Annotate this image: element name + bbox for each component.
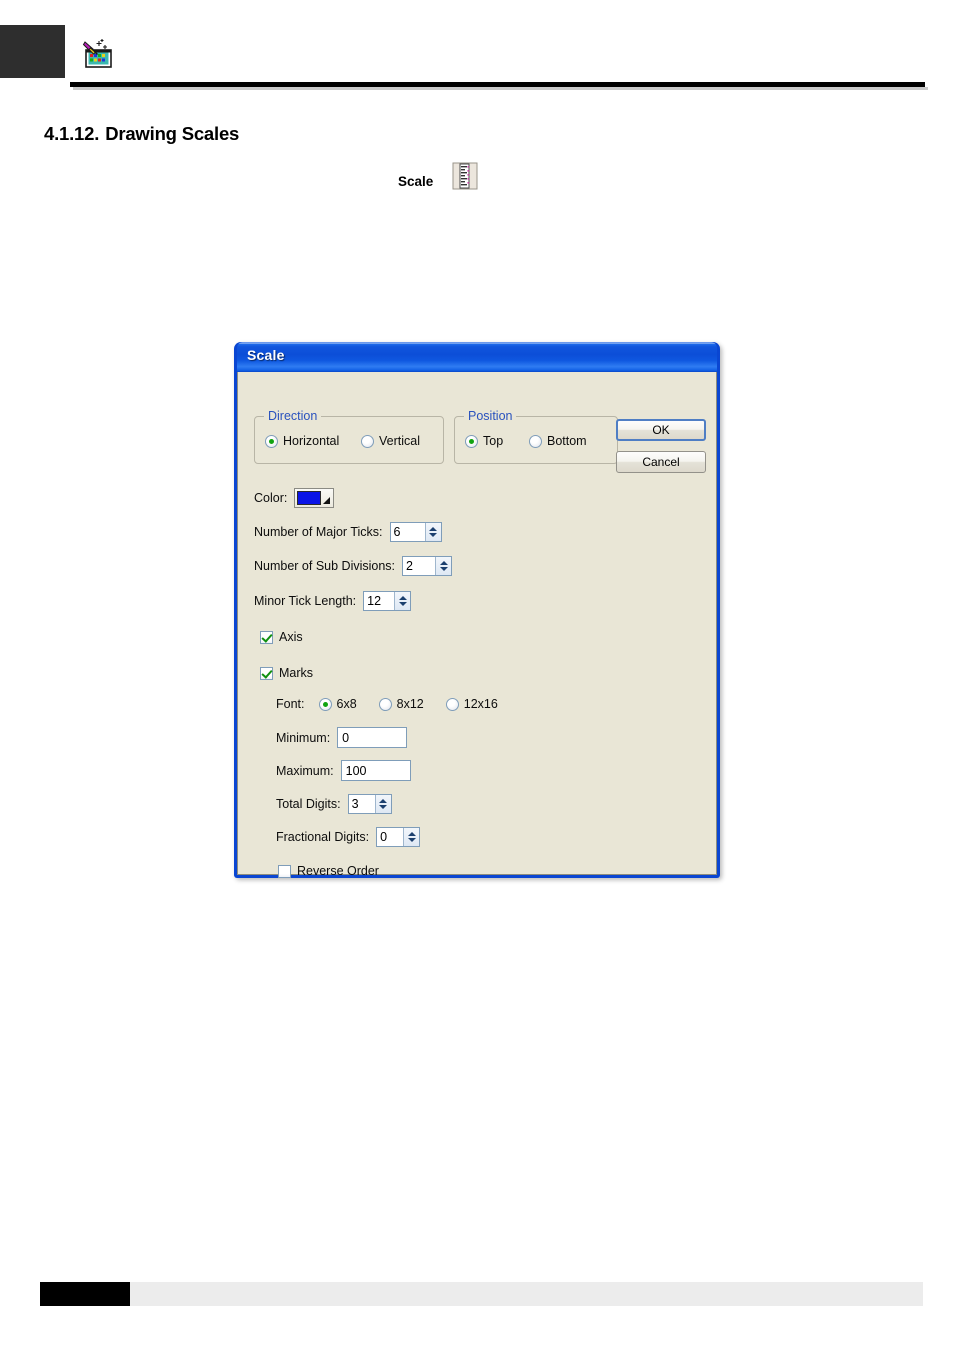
marks-checkbox-indicator [260,666,273,680]
radio-direction-horizontal[interactable]: Horizontal [265,434,339,448]
minor-tick-length-stepper[interactable]: 12 [363,591,412,611]
chevron-up-icon[interactable] [407,832,416,836]
minor-tick-length-value: 12 [364,592,395,610]
major-ticks-label: Number of Major Ticks: [254,525,383,539]
radio-font-12x16-label: 12x16 [463,697,498,711]
total-digits-stepper[interactable]: 3 [347,794,392,814]
fractional-digits-stepper[interactable]: 0 [376,827,421,847]
radio-horizontal-label: Horizontal [283,434,340,448]
chevron-up-icon[interactable] [379,799,388,803]
marks-checkbox-label: Marks [279,666,314,680]
chevron-down-icon[interactable] [379,805,388,809]
reverse-order-checkbox[interactable]: Reverse Order [278,864,379,878]
ok-button[interactable]: OK [616,419,706,441]
direction-group: Direction Horizontal Vertical [254,409,444,464]
radio-vertical-label: Vertical [379,434,420,448]
chevron-up-icon[interactable] [429,527,438,531]
total-digits-row: Total Digits: 3 [276,794,392,814]
direction-group-legend: Direction [264,409,322,423]
ruler-scale-icon [452,162,478,190]
minimum-input[interactable]: 0 [337,727,408,748]
color-swatch [297,491,322,505]
font-label: Font: [276,697,305,711]
axis-checkbox[interactable]: Axis [260,630,303,644]
axis-checkbox-label: Axis [279,630,303,644]
font-row: Font: 6x8 8x12 12x16 [276,697,498,711]
position-group-legend: Position [464,409,517,423]
radio-font-12x16[interactable]: 12x16 [445,697,498,711]
sub-divisions-spin-buttons[interactable] [435,557,452,575]
chevron-up-icon[interactable] [439,561,448,565]
radio-font-6x8-label: 6x8 [336,697,357,711]
radio-top-indicator [465,434,478,448]
maximum-label: Maximum: [276,763,334,778]
footer-bar [130,1282,923,1306]
radio-horizontal-indicator [265,434,278,448]
scale-dialog: Scale Direction Horizontal Vertical Posi… [234,342,720,878]
radio-font-12x16-indicator [445,697,459,711]
sub-divisions-value: 2 [403,557,436,575]
chevron-down-icon[interactable] [429,533,438,537]
radio-top-label: Top [483,434,504,448]
color-row: Color: [254,488,335,508]
cancel-button[interactable]: Cancel [616,451,706,473]
major-ticks-spin-buttons[interactable] [424,523,441,541]
radio-font-6x8[interactable]: 6x8 [318,697,357,711]
radio-font-8x12[interactable]: 8x12 [378,697,424,711]
color-label: Color: [254,491,288,505]
radio-font-6x8-indicator [318,697,332,711]
minor-tick-length-row: Minor Tick Length: 12 [254,591,412,611]
page-title: 4.1.12. Drawing Scales [44,123,239,145]
fractional-digits-row: Fractional Digits: 0 [276,827,421,847]
axis-checkbox-indicator [260,630,273,644]
header-black-block [0,25,65,78]
color-picker-button[interactable] [294,488,335,508]
minimum-row: Minimum: 0 [276,727,408,748]
header-rule-shadow [73,87,928,90]
footer-black-block [40,1282,130,1306]
minimum-label: Minimum: [276,730,331,745]
radio-position-bottom[interactable]: Bottom [529,434,587,448]
major-ticks-stepper[interactable]: 6 [389,522,442,542]
paint-palette-icon [82,37,115,70]
chevron-up-icon[interactable] [398,596,407,600]
radio-bottom-indicator [529,434,542,448]
section-number: 4.1.12. [44,123,100,144]
fractional-digits-value: 0 [377,828,404,846]
position-group: Position Top Bottom [454,409,618,464]
radio-font-8x12-indicator [378,697,392,711]
radio-bottom-label: Bottom [547,434,587,448]
minor-tick-length-label: Minor Tick Length: [254,594,357,608]
sub-divisions-row: Number of Sub Divisions: 2 [254,556,453,576]
header-rule [70,82,925,87]
total-digits-label: Total Digits: [276,797,341,811]
chevron-down-icon[interactable] [407,838,416,842]
maximum-input[interactable]: 100 [340,760,411,781]
major-ticks-row: Number of Major Ticks: 6 [254,522,442,542]
total-digits-spin-buttons[interactable] [374,795,391,813]
dialog-titlebar[interactable]: Scale [237,342,717,372]
reverse-order-checkbox-label: Reverse Order [297,864,379,878]
sub-divisions-label: Number of Sub Divisions: [254,559,396,573]
radio-direction-vertical[interactable]: Vertical [361,434,420,448]
dialog-body: Direction Horizontal Vertical Position T… [237,372,717,878]
major-ticks-value: 6 [390,523,425,541]
radio-font-8x12-label: 8x12 [396,697,424,711]
reverse-order-checkbox-indicator [278,864,291,878]
scale-caption-label: Scale [398,174,434,189]
fractional-digits-spin-buttons[interactable] [403,828,420,846]
marks-checkbox[interactable]: Marks [260,666,313,680]
sub-divisions-stepper[interactable]: 2 [402,556,453,576]
chevron-down-icon[interactable] [439,567,448,571]
maximum-row: Maximum: 100 [276,760,411,781]
minor-tick-length-spin-buttons[interactable] [394,592,411,610]
chevron-down-icon[interactable] [398,602,407,606]
total-digits-value: 3 [348,795,375,813]
dialog-title: Scale [247,347,285,363]
dropdown-triangle-icon [323,497,331,504]
radio-position-top[interactable]: Top [465,434,503,448]
section-title: Drawing Scales [105,123,240,144]
radio-vertical-indicator [361,434,374,448]
fractional-digits-label: Fractional Digits: [276,830,370,844]
